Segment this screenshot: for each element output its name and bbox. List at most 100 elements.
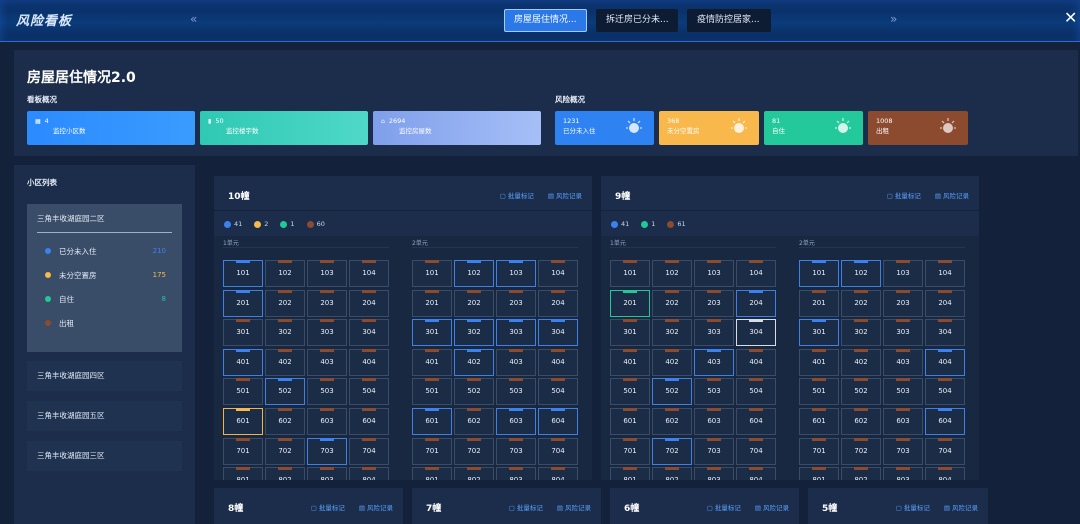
room-cell[interactable]: 203 bbox=[694, 289, 734, 317]
risk-card-allocated-vacant[interactable]: 1231 已分未入住 bbox=[555, 111, 654, 145]
room-cell[interactable]: 403 bbox=[307, 348, 347, 376]
room-cell[interactable]: 804 bbox=[538, 467, 578, 480]
room-cell[interactable]: 204 bbox=[349, 289, 389, 317]
room-cell[interactable]: 804 bbox=[925, 467, 965, 480]
room-cell[interactable]: 601 bbox=[610, 408, 650, 435]
room-cell[interactable]: 604 bbox=[736, 408, 776, 435]
room-cell[interactable]: 402 bbox=[841, 348, 881, 376]
room-cell[interactable]: 204 bbox=[925, 289, 965, 317]
room-cell[interactable]: 301 bbox=[223, 319, 263, 347]
room-cell[interactable]: 201 bbox=[610, 289, 650, 317]
room-cell[interactable]: 102 bbox=[652, 260, 692, 287]
room-cell[interactable]: 703 bbox=[496, 437, 536, 465]
tab-housing-status[interactable]: 房屋居住情况... bbox=[504, 9, 587, 32]
nav-next-button[interactable]: » bbox=[890, 12, 897, 26]
room-cell[interactable]: 601 bbox=[223, 408, 263, 435]
room-cell[interactable]: 203 bbox=[307, 289, 347, 317]
risk-record-button[interactable]: ▤ 风险记录 bbox=[359, 502, 393, 512]
room-cell[interactable]: 803 bbox=[307, 467, 347, 480]
room-cell[interactable]: 503 bbox=[694, 378, 734, 406]
room-cell[interactable]: 303 bbox=[496, 319, 536, 347]
room-cell[interactable]: 501 bbox=[610, 378, 650, 406]
room-cell[interactable]: 502 bbox=[652, 378, 692, 406]
room-cell[interactable]: 802 bbox=[841, 467, 881, 480]
room-cell[interactable]: 101 bbox=[610, 260, 650, 287]
close-icon[interactable]: ✕ bbox=[1064, 10, 1077, 26]
room-cell[interactable]: 502 bbox=[454, 378, 494, 406]
room-cell[interactable]: 103 bbox=[694, 260, 734, 287]
room-cell[interactable]: 504 bbox=[349, 378, 389, 406]
room-cell[interactable]: 302 bbox=[652, 319, 692, 347]
room-cell[interactable]: 703 bbox=[307, 437, 347, 465]
room-cell[interactable]: 104 bbox=[736, 260, 776, 287]
room-cell[interactable]: 401 bbox=[799, 348, 839, 376]
room-cell[interactable]: 201 bbox=[412, 289, 452, 317]
room-cell[interactable]: 802 bbox=[454, 467, 494, 480]
room-cell[interactable]: 202 bbox=[652, 289, 692, 317]
room-cell[interactable]: 804 bbox=[736, 467, 776, 480]
room-cell[interactable]: 301 bbox=[799, 319, 839, 347]
room-cell[interactable]: 601 bbox=[799, 408, 839, 435]
batch-mark-button[interactable]: ▢ 批量标记 bbox=[896, 502, 930, 512]
risk-record-button[interactable]: ▤ 风险记录 bbox=[548, 190, 582, 200]
room-cell[interactable]: 103 bbox=[883, 260, 923, 287]
room-cell[interactable]: 603 bbox=[883, 408, 923, 435]
room-cell[interactable]: 503 bbox=[883, 378, 923, 406]
room-cell[interactable]: 804 bbox=[349, 467, 389, 480]
nav-prev-button[interactable]: « bbox=[190, 12, 197, 26]
room-cell[interactable]: 101 bbox=[799, 260, 839, 287]
room-cell[interactable]: 203 bbox=[883, 289, 923, 317]
room-cell[interactable]: 404 bbox=[538, 348, 578, 376]
room-cell[interactable]: 803 bbox=[883, 467, 923, 480]
room-cell[interactable]: 701 bbox=[223, 437, 263, 465]
risk-card-unallocated-empty[interactable]: 368 未分空置房 bbox=[659, 111, 759, 145]
room-cell[interactable]: 801 bbox=[412, 467, 452, 480]
room-cell[interactable]: 401 bbox=[610, 348, 650, 376]
room-cell[interactable]: 702 bbox=[454, 437, 494, 465]
room-cell[interactable]: 104 bbox=[349, 260, 389, 287]
room-cell[interactable]: 303 bbox=[883, 319, 923, 347]
room-cell[interactable]: 701 bbox=[610, 437, 650, 465]
room-cell[interactable]: 803 bbox=[694, 467, 734, 480]
room-cell[interactable]: 701 bbox=[799, 437, 839, 465]
room-cell[interactable]: 503 bbox=[307, 378, 347, 406]
room-cell[interactable]: 104 bbox=[538, 260, 578, 287]
risk-record-button[interactable]: ▤ 风险记录 bbox=[755, 502, 789, 512]
room-cell[interactable]: 302 bbox=[454, 319, 494, 347]
risk-card-rented[interactable]: 1008 出租 bbox=[868, 111, 968, 145]
room-cell[interactable]: 404 bbox=[736, 348, 776, 376]
room-cell[interactable]: 504 bbox=[925, 378, 965, 406]
room-cell[interactable]: 802 bbox=[652, 467, 692, 480]
room-cell[interactable]: 801 bbox=[223, 467, 263, 480]
room-cell[interactable]: 604 bbox=[925, 408, 965, 435]
room-cell[interactable]: 501 bbox=[412, 378, 452, 406]
estate-item-expanded[interactable]: 三角丰收湖庭园二区 已分未入住 210 未分空置房 175 自住 8 出租 bbox=[27, 204, 182, 352]
room-cell[interactable]: 302 bbox=[265, 319, 305, 347]
room-cell[interactable]: 304 bbox=[925, 319, 965, 347]
room-cell[interactable]: 801 bbox=[610, 467, 650, 480]
room-cell[interactable]: 302 bbox=[841, 319, 881, 347]
room-cell[interactable]: 304 bbox=[538, 319, 578, 347]
estate-item[interactable]: 三角丰收湖庭园四区 bbox=[27, 361, 182, 391]
room-cell[interactable]: 402 bbox=[454, 348, 494, 376]
room-cell[interactable]: 803 bbox=[496, 467, 536, 480]
room-cell[interactable]: 104 bbox=[925, 260, 965, 287]
estate-item[interactable]: 三角丰收湖庭园五区 bbox=[27, 401, 182, 431]
room-cell[interactable]: 402 bbox=[652, 348, 692, 376]
room-cell[interactable]: 102 bbox=[265, 260, 305, 287]
batch-mark-button[interactable]: ▢ 批量标记 bbox=[707, 502, 741, 512]
room-cell[interactable]: 303 bbox=[307, 319, 347, 347]
room-cell[interactable]: 202 bbox=[454, 289, 494, 317]
room-cell[interactable]: 502 bbox=[265, 378, 305, 406]
room-cell[interactable]: 403 bbox=[694, 348, 734, 376]
room-cell[interactable]: 502 bbox=[841, 378, 881, 406]
room-cell[interactable]: 204 bbox=[736, 289, 776, 317]
room-cell[interactable]: 802 bbox=[265, 467, 305, 480]
room-cell[interactable]: 504 bbox=[538, 378, 578, 406]
estate-item[interactable]: 三角丰收湖庭园三区 bbox=[27, 441, 182, 471]
room-cell[interactable]: 704 bbox=[538, 437, 578, 465]
room-cell[interactable]: 301 bbox=[610, 319, 650, 347]
room-cell[interactable]: 602 bbox=[265, 408, 305, 435]
room-cell[interactable]: 404 bbox=[349, 348, 389, 376]
room-cell[interactable]: 102 bbox=[454, 260, 494, 287]
